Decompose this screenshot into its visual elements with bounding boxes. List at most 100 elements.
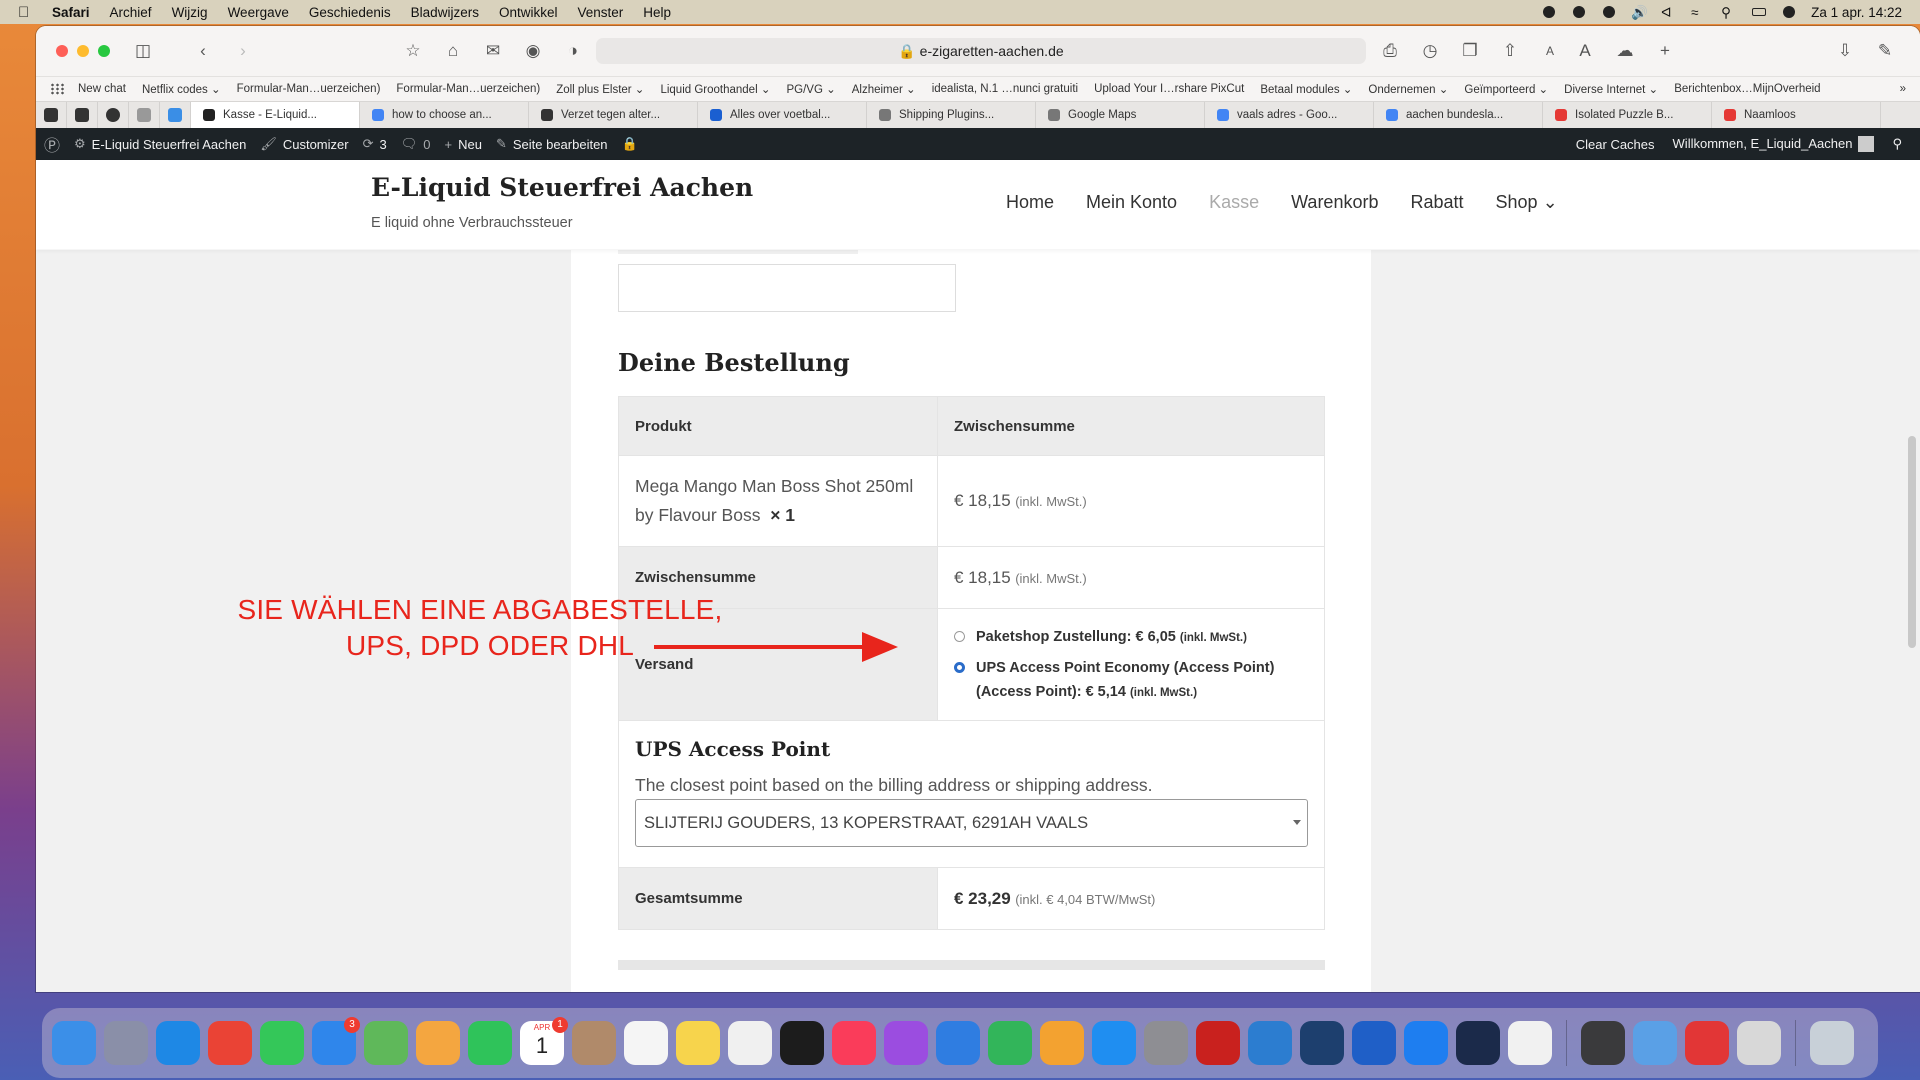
- wifi-icon[interactable]: ≈: [1691, 5, 1707, 20]
- menu-wijzig[interactable]: Wijzig: [172, 5, 208, 20]
- browser-tab[interactable]: how to choose an...: [360, 102, 529, 128]
- messages-icon[interactable]: [260, 1021, 304, 1065]
- admin-updates-link[interactable]: ⟳ 3: [363, 136, 387, 152]
- nav-home[interactable]: Home: [1006, 192, 1054, 213]
- calendar-icon[interactable]: 11: [520, 1017, 568, 1065]
- photos-icon[interactable]: [416, 1021, 460, 1065]
- bookmark-item[interactable]: PG/VG ⌄: [786, 82, 835, 96]
- bookmark-star-icon[interactable]: ☆: [402, 41, 424, 61]
- page-scrollbar[interactable]: [1908, 436, 1916, 648]
- downloads-icon[interactable]: ⇩: [1834, 41, 1856, 61]
- spotlight-search-icon[interactable]: ⚲: [1721, 5, 1737, 20]
- nav-shop[interactable]: Shop ⌄: [1496, 192, 1558, 213]
- trash-icon[interactable]: [1810, 1021, 1854, 1065]
- extension-icon[interactable]: ◉: [522, 41, 544, 61]
- menu-geschiedenis[interactable]: Geschiedenis: [309, 5, 391, 20]
- keychain-icon[interactable]: [1581, 1021, 1625, 1065]
- text-smaller-icon[interactable]: A: [1539, 41, 1561, 61]
- podcasts-icon[interactable]: [884, 1021, 928, 1065]
- forward-icon[interactable]: ›: [232, 41, 254, 61]
- site-title[interactable]: E-Liquid Steuerfrei Aachen: [371, 173, 753, 202]
- chrome-icon[interactable]: [208, 1021, 252, 1065]
- bookmark-item[interactable]: Upload Your I…rshare PixCut: [1094, 83, 1244, 95]
- bookmark-item[interactable]: Zoll plus Elster ⌄: [556, 82, 644, 96]
- zoom-window-button[interactable]: [98, 45, 110, 57]
- admin-new-link[interactable]: + Neu: [444, 137, 481, 152]
- menubar-clock[interactable]: Za 1 apr. 14:22: [1811, 5, 1902, 20]
- admin-comments-link[interactable]: 🗨 0: [401, 136, 431, 152]
- ups-access-point-select[interactable]: SLIJTERIJ GOUDERS, 13 KOPERSTRAAT, 6291A…: [635, 799, 1308, 847]
- favorites-grid-icon[interactable]: [50, 83, 64, 95]
- cyberduck-icon[interactable]: [1248, 1021, 1292, 1065]
- radio-button[interactable]: [954, 630, 965, 642]
- status-app-icon[interactable]: [1541, 5, 1557, 19]
- wordpress-logo-icon[interactable]: Ⓟ: [44, 132, 60, 156]
- nav-warenkorb[interactable]: Warenkorb: [1291, 192, 1378, 213]
- bookmark-item[interactable]: Betaal modules ⌄: [1260, 82, 1352, 96]
- minimize-window-button[interactable]: [77, 45, 89, 57]
- contacts-icon[interactable]: [572, 1021, 616, 1065]
- admin-account-menu[interactable]: Willkommen, E_Liquid_Aachen: [1673, 136, 1875, 153]
- mail-icon[interactable]: 3: [312, 1017, 360, 1065]
- browser-tab[interactable]: vaals adres - Goo...: [1205, 102, 1374, 128]
- pinned-tab[interactable]: [160, 102, 191, 128]
- menu-venster[interactable]: Venster: [577, 5, 623, 20]
- freeform-icon[interactable]: [728, 1021, 772, 1065]
- bookmark-item[interactable]: Netflix codes ⌄: [142, 82, 221, 96]
- bookmark-item[interactable]: New chat: [78, 83, 126, 95]
- close-window-button[interactable]: [56, 45, 68, 57]
- proxyman-icon[interactable]: [1300, 1021, 1344, 1065]
- numbers-icon[interactable]: [988, 1021, 1032, 1065]
- nav-rabatt[interactable]: Rabatt: [1410, 192, 1463, 213]
- edit-notes-icon[interactable]: ✎: [1874, 41, 1896, 61]
- code-editor-icon[interactable]: [1456, 1021, 1500, 1065]
- scanner-icon[interactable]: [1737, 1021, 1781, 1065]
- address-bar[interactable]: 🔒 e-zigaretten-aachen.de: [596, 38, 1366, 64]
- nav-kasse[interactable]: Kasse: [1209, 192, 1259, 213]
- admin-customizer-link[interactable]: 🖌 Customizer: [260, 136, 348, 152]
- menu-ontwikkel[interactable]: Ontwikkel: [499, 5, 558, 20]
- browser-tab[interactable]: Kasse - E-Liquid...: [191, 102, 360, 128]
- launchpad-icon[interactable]: [104, 1021, 148, 1065]
- grammarly-status-icon[interactable]: [1571, 5, 1587, 19]
- back-icon[interactable]: ‹: [192, 41, 214, 61]
- history-icon[interactable]: ◷: [1419, 41, 1441, 61]
- lock-icon[interactable]: 🔒: [622, 136, 638, 152]
- pinned-tab[interactable]: [129, 102, 160, 128]
- pinned-tab[interactable]: [36, 102, 67, 128]
- pinned-tab[interactable]: [98, 102, 129, 128]
- sidebar-toggle-icon[interactable]: ◫: [132, 41, 154, 61]
- bookmarks-overflow-icon[interactable]: »: [1900, 83, 1906, 95]
- bookmark-item[interactable]: Diverse Internet ⌄: [1564, 82, 1658, 96]
- browser-tab[interactable]: Verzet tegen alter...: [529, 102, 698, 128]
- mail-page-icon[interactable]: ✉: [482, 41, 504, 61]
- clear-caches-link[interactable]: Clear Caches: [1576, 137, 1655, 152]
- text-larger-icon[interactable]: A: [1574, 41, 1596, 61]
- previous-form-input[interactable]: [618, 264, 956, 312]
- pinned-tab[interactable]: [67, 102, 98, 128]
- bookmark-item[interactable]: Berichtenbox…MijnOverheid: [1674, 83, 1820, 95]
- pdf-app-icon[interactable]: [1685, 1021, 1729, 1065]
- notes-icon[interactable]: [676, 1021, 720, 1065]
- keynote-icon[interactable]: [936, 1021, 980, 1065]
- icloud-icon[interactable]: ☁: [1614, 41, 1636, 61]
- radio-button-selected[interactable]: [954, 661, 965, 673]
- share-icon[interactable]: ⇧: [1499, 41, 1521, 61]
- bluetooth-icon[interactable]: ᐊ: [1661, 5, 1677, 20]
- menu-app-name[interactable]: Safari: [52, 5, 90, 20]
- control-center-icon[interactable]: [1751, 5, 1767, 19]
- tv-icon[interactable]: [780, 1021, 824, 1065]
- tab-overview-icon[interactable]: ❐: [1459, 41, 1481, 61]
- volume-icon[interactable]: 🔊: [1631, 5, 1648, 20]
- maps-icon[interactable]: [364, 1021, 408, 1065]
- browser-tab[interactable]: Naamloos: [1712, 102, 1881, 128]
- print-icon[interactable]: ⎙: [1379, 41, 1401, 61]
- bookmark-item[interactable]: Liquid Groothandel ⌄: [660, 82, 770, 96]
- bookmark-item[interactable]: Formular-Man…uerzeichen): [237, 83, 381, 95]
- home-icon[interactable]: ⌂: [442, 41, 464, 61]
- shipping-option-paketshop[interactable]: Paketshop Zustellung: € 6,05 (inkl. MwSt…: [954, 625, 1308, 650]
- bookmark-item[interactable]: idealista, N.1 …nunci gratuiti: [932, 83, 1078, 95]
- menu-archief[interactable]: Archief: [110, 5, 152, 20]
- browser-tab[interactable]: Isolated Puzzle B...: [1543, 102, 1712, 128]
- apple-menu-icon[interactable]: : [18, 4, 36, 21]
